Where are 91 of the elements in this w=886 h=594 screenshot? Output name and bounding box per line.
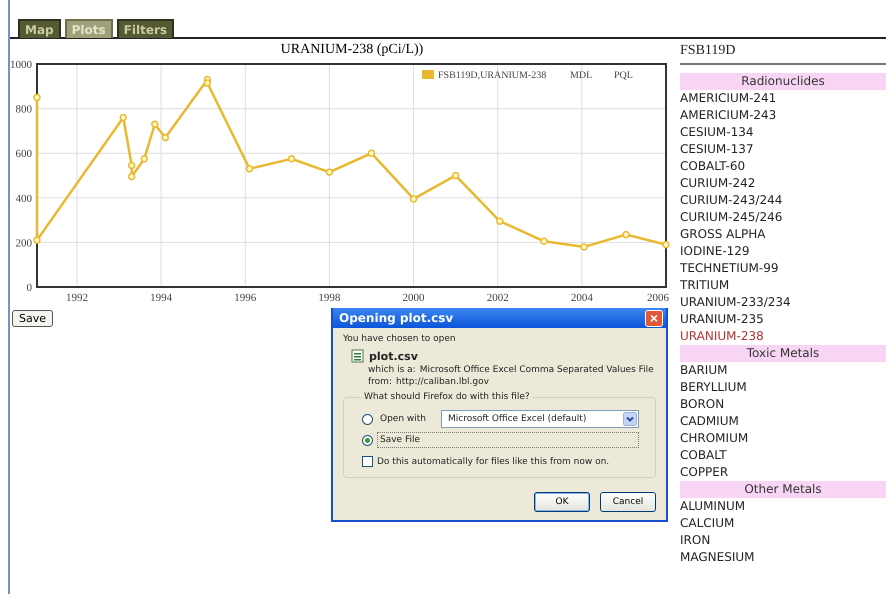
- analyte-item[interactable]: COBALT: [680, 447, 886, 464]
- analyte-item[interactable]: IRON: [680, 532, 886, 549]
- radio-button[interactable]: [362, 414, 373, 424]
- checkbox-label[interactable]: Do this automatically for files like this from now on.: [377, 456, 610, 466]
- y-tick-label: 600: [16, 148, 32, 160]
- radio-button[interactable]: [362, 434, 373, 446]
- analyte-item[interactable]: URANIUM-233/234: [680, 294, 886, 311]
- group-legend: What should Firefox do with this file?: [362, 392, 532, 402]
- x-tick-label: 2002: [486, 292, 509, 304]
- analyte-item[interactable]: CURIUM-243/244: [680, 192, 886, 209]
- legend-swatch: [422, 70, 434, 79]
- analyte-item[interactable]: AMERICIUM-241: [680, 90, 886, 107]
- source-url: http://caliban.lbl.gov: [396, 377, 489, 387]
- data-point: [288, 155, 296, 163]
- legend-label: FSB119D,URANIUM-238: [438, 70, 546, 81]
- analyte-item[interactable]: GROSS ALPHA: [680, 226, 886, 243]
- data-point: [410, 195, 418, 203]
- analyte-item[interactable]: CURIUM-245/246: [680, 209, 886, 226]
- station-title: FSB119D: [680, 43, 886, 65]
- analyte-item[interactable]: BARIUM: [680, 362, 886, 379]
- checkbox[interactable]: [362, 456, 373, 467]
- analyte-item[interactable]: ALUMINUM: [680, 498, 886, 515]
- data-point: [33, 94, 41, 102]
- analyte-item[interactable]: CURIUM-242: [680, 175, 886, 192]
- radio-label[interactable]: Open with: [377, 411, 429, 427]
- dialog-button[interactable]: OK: [534, 492, 590, 512]
- data-point: [128, 162, 136, 170]
- data-point: [162, 134, 170, 142]
- analyte-item[interactable]: IODINE-129: [680, 243, 886, 260]
- chevron-down-icon: [623, 412, 637, 426]
- data-point: [128, 172, 136, 180]
- file-name: plot.csv: [369, 350, 418, 362]
- data-point: [151, 120, 159, 128]
- application-dropdown[interactable]: Microsoft Office Excel (default): [441, 410, 639, 428]
- legend-label: MDL: [570, 70, 592, 81]
- data-point: [580, 243, 588, 251]
- dialog-title: Opening plot.csv: [339, 311, 454, 325]
- x-tick-label: 1994: [150, 292, 172, 304]
- data-point: [662, 240, 670, 248]
- analyte-item[interactable]: CESIUM-137: [680, 141, 886, 158]
- analyte-item[interactable]: CADMIUM: [680, 413, 886, 430]
- data-point: [326, 168, 334, 176]
- data-point: [140, 155, 148, 163]
- x-tick-label: 1992: [66, 292, 88, 304]
- y-tick-label: 400: [16, 192, 32, 205]
- analyte-item[interactable]: TECHNETIUM-99: [680, 260, 886, 277]
- analyte-item[interactable]: CHROMIUM: [680, 430, 886, 447]
- y-tick-label: 1000: [10, 60, 32, 71]
- tab[interactable]: Filters: [116, 19, 174, 38]
- chart-title: URANIUM-238 (pCi/L)): [280, 42, 424, 59]
- analyte-item[interactable]: CESIUM-134: [680, 124, 886, 141]
- intro-text: You have chosen to open: [343, 334, 457, 344]
- analyte-item[interactable]: URANIUM-235: [680, 311, 886, 328]
- analyte-item[interactable]: MAGNESIUM: [680, 549, 886, 566]
- close-button[interactable]: ×: [645, 310, 663, 326]
- x-tick-label: 1996: [234, 292, 256, 304]
- analyte-item[interactable]: CALCIUM: [680, 515, 886, 532]
- group-header: Radionuclides: [680, 73, 886, 90]
- type-label: which is a:: [368, 365, 416, 375]
- data-point: [33, 236, 41, 244]
- data-point: [368, 149, 376, 157]
- group-header: Other Metals: [680, 481, 886, 498]
- y-tick-label: 200: [16, 237, 32, 250]
- spreadsheet-file-icon: [351, 349, 365, 363]
- dialog-button[interactable]: Cancel: [600, 492, 656, 512]
- analyte-item[interactable]: COBALT-60: [680, 158, 886, 175]
- y-tick-label: 0: [26, 282, 32, 294]
- y-tick-label: 800: [16, 104, 32, 116]
- x-tick-label: 2004: [570, 292, 593, 304]
- radio-label[interactable]: Save File: [377, 432, 639, 448]
- data-point: [622, 230, 630, 238]
- from-label: from:: [368, 377, 392, 387]
- data-point: [246, 165, 254, 173]
- group-header: Toxic Metals: [680, 345, 886, 362]
- legend-label: PQL: [614, 70, 633, 81]
- data-point: [496, 217, 504, 225]
- analyte-item[interactable]: BORON: [680, 396, 886, 413]
- tab[interactable]: Map: [18, 19, 61, 38]
- x-tick-label: 2006: [647, 292, 669, 304]
- data-point: [120, 114, 127, 122]
- analyte-item[interactable]: AMERICIUM-243: [680, 107, 886, 124]
- x-tick-label: 2000: [402, 292, 425, 304]
- data-point: [540, 238, 548, 246]
- file-type: Microsoft Office Excel Comma Separated Values File: [420, 365, 654, 375]
- analyte-item[interactable]: TRITIUM: [680, 277, 886, 294]
- analyte-item[interactable]: BERYLLIUM: [680, 379, 886, 396]
- x-tick-label: 1998: [318, 292, 340, 304]
- analyte-item[interactable]: COPPER: [680, 464, 886, 481]
- analyte-item[interactable]: URANIUM-238: [680, 328, 886, 345]
- data-point: [452, 172, 460, 180]
- save-button[interactable]: Save: [12, 310, 54, 327]
